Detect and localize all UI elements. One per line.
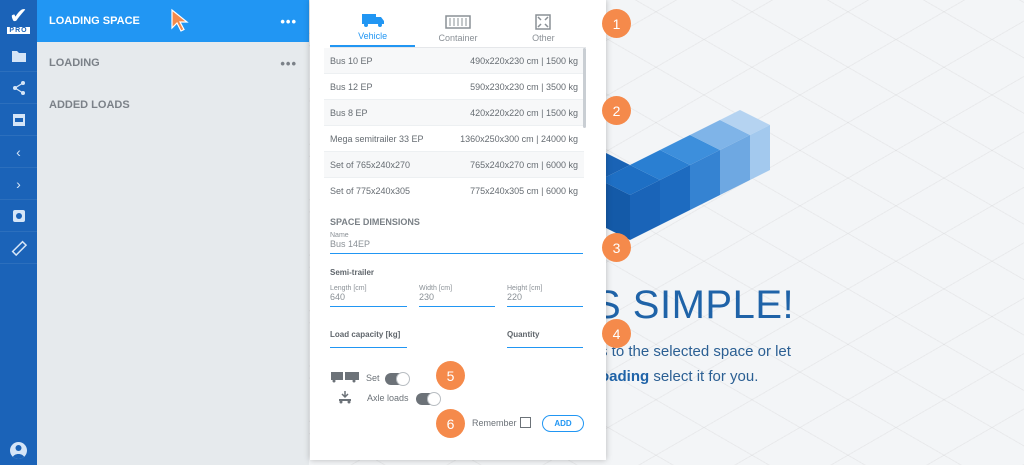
vehicle-name: Set of 765x240x270 — [330, 159, 411, 170]
quantity-label: Quantity — [507, 330, 540, 339]
vehicle-list-scrollbar[interactable] — [583, 48, 586, 128]
container-icon — [445, 15, 471, 29]
step-badge: 1 — [602, 9, 631, 38]
width-input[interactable]: 230 — [419, 292, 495, 302]
step-badge: 5 — [436, 361, 465, 390]
step-badge: 2 — [602, 96, 631, 125]
expand-icon — [535, 14, 552, 30]
vehicle-spec: 420x220x220 cm | 1500 kg — [470, 107, 578, 118]
space-dimensions-heading: SPACE DIMENSIONS — [330, 217, 420, 227]
height-label: Height [cm] — [507, 285, 543, 292]
load-capacity-label: Load capacity [kg] — [330, 330, 401, 339]
length-field[interactable]: Length [cm] 640 — [330, 285, 407, 307]
settings-icon[interactable] — [0, 200, 37, 232]
vehicle-row[interactable]: Set of 775x240x305 775x240x305 cm | 6000 … — [324, 178, 584, 203]
vehicle-name: Bus 8 EP — [330, 107, 368, 118]
name-field[interactable]: Name Bus 14EP — [330, 232, 583, 254]
sidebar-item-loading[interactable]: LOADING ••• — [37, 42, 309, 84]
vehicle-row[interactable]: Bus 10 EP 490x220x230 cm | 1500 kg — [324, 48, 584, 74]
set-toggle-knob — [396, 372, 410, 386]
space-type-tabs: Vehicle Container Other — [330, 0, 586, 48]
more-options-icon[interactable]: ••• — [280, 56, 297, 71]
vehicle-row[interactable]: Bus 8 EP 420x220x220 cm | 1500 kg — [324, 100, 584, 126]
semi-trailer-label: Semi-trailer — [330, 268, 375, 277]
chevron-left-icon[interactable]: ‹ — [0, 136, 37, 168]
length-underline — [330, 306, 407, 307]
axle-loads-toggle[interactable] — [416, 392, 441, 406]
length-label: Length [cm] — [330, 285, 367, 292]
vehicle-spec: 765x240x270 cm | 6000 kg — [470, 159, 578, 170]
width-label: Width [cm] — [419, 285, 453, 292]
tab-label: Other — [532, 33, 555, 43]
chevron-right-icon[interactable]: › — [0, 168, 37, 200]
vehicle-name: Set of 775x240x305 — [330, 185, 411, 196]
height-input[interactable]: 220 — [507, 292, 583, 302]
step-badge: 3 — [602, 233, 631, 262]
vehicle-row[interactable]: Set of 765x240x270 765x240x270 cm | 6000 … — [324, 152, 584, 178]
height-field[interactable]: Height [cm] 220 — [507, 285, 583, 307]
pdf-icon[interactable] — [0, 104, 37, 136]
sidebar-panel: LOADING SPACE ••• LOADING ••• ADDED LOAD… — [37, 0, 309, 465]
share-icon[interactable] — [0, 72, 37, 104]
checkmark-icon: ✔ — [9, 2, 28, 28]
vehicle-name: Bus 12 EP — [330, 81, 373, 92]
truck-icon — [361, 14, 384, 27]
vehicle-spec: 490x220x230 cm | 1500 kg — [470, 55, 578, 66]
load-capacity-underline — [330, 347, 407, 348]
background-subtext-1: s to the selected space or let — [600, 343, 791, 360]
axle-icon — [339, 391, 351, 404]
load-capacity-field[interactable]: Load capacity [kg] — [330, 330, 407, 348]
axle-toggle-knob — [427, 392, 441, 406]
ruler-icon[interactable] — [0, 232, 37, 264]
axle-loads-label: Axle loads — [367, 393, 409, 403]
remember-label: Remember — [472, 418, 517, 428]
step-badge: 6 — [436, 409, 465, 438]
sidebar-item-label: LOADING SPACE — [49, 15, 140, 27]
add-button[interactable]: ADD — [542, 415, 584, 432]
width-underline — [419, 306, 495, 307]
vehicle-row[interactable]: Bus 12 EP 590x230x230 cm | 3500 kg — [324, 74, 584, 100]
mouse-cursor-icon — [171, 8, 189, 32]
folder-icon[interactable] — [0, 40, 37, 72]
quantity-underline — [507, 347, 583, 348]
vehicle-row[interactable]: Mega semitrailer 33 EP 1360x250x300 cm | … — [324, 126, 584, 152]
tab-container[interactable]: Container — [415, 0, 500, 47]
step-badge: 4 — [602, 319, 631, 348]
vehicle-spec: 590x230x230 cm | 3500 kg — [470, 81, 578, 92]
tab-label: Container — [438, 33, 478, 43]
height-underline — [507, 306, 583, 307]
app-logo[interactable]: ✔ PRO — [0, 0, 37, 40]
set-toggle[interactable] — [385, 372, 410, 386]
more-options-icon[interactable]: ••• — [280, 14, 297, 29]
icon-rail: ✔ PRO ‹ › — [0, 0, 37, 465]
name-input[interactable]: Bus 14EP — [330, 239, 583, 249]
remember-checkbox[interactable] — [520, 417, 531, 428]
vehicle-spec: 775x240x305 cm | 6000 kg — [470, 185, 578, 196]
width-field[interactable]: Width [cm] 230 — [419, 285, 495, 307]
background-subtext-2: oading select it for you. — [600, 368, 759, 385]
tab-vehicle[interactable]: Vehicle — [330, 0, 416, 47]
user-avatar-icon[interactable] — [10, 442, 27, 459]
name-underline — [330, 253, 583, 254]
sidebar-item-added-loads[interactable]: ADDED LOADS — [37, 84, 309, 126]
logo-text: PRO — [7, 26, 30, 34]
set-label: Set — [366, 373, 380, 383]
sidebar-item-label: LOADING — [49, 57, 100, 69]
vehicle-spec: 1360x250x300 cm | 24000 kg — [460, 133, 578, 144]
tab-label: Vehicle — [358, 31, 388, 41]
loading-space-dialog: Vehicle Container Other Bus 10 EP 490x220… — [310, 0, 606, 460]
quantity-field[interactable]: Quantity — [507, 330, 583, 348]
name-label: Name — [330, 232, 349, 239]
sidebar-item-label: ADDED LOADS — [49, 99, 130, 111]
vehicle-name: Mega semitrailer 33 EP — [330, 133, 424, 144]
vehicle-list: Bus 10 EP 490x220x230 cm | 1500 kg Bus 12… — [324, 48, 584, 203]
vehicle-name: Bus 10 EP — [330, 55, 373, 66]
tab-other[interactable]: Other — [501, 0, 586, 47]
set-trucks-icon — [331, 372, 359, 383]
length-input[interactable]: 640 — [330, 292, 407, 302]
